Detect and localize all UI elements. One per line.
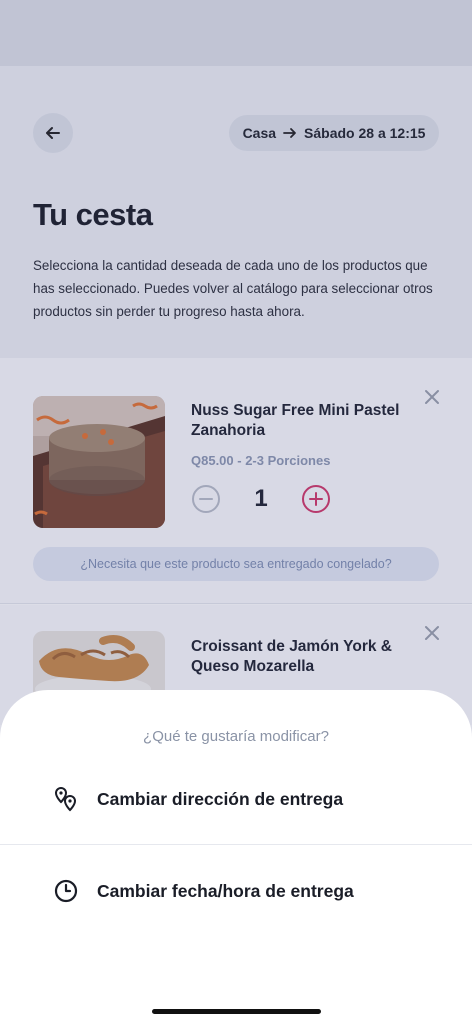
change-address-label: Cambiar dirección de entrega <box>97 788 344 809</box>
home-indicator[interactable] <box>152 1009 321 1014</box>
change-datetime-option[interactable]: Cambiar fecha/hora de entrega <box>0 870 472 912</box>
change-datetime-label: Cambiar fecha/hora de entrega <box>97 880 354 901</box>
change-address-option[interactable]: Cambiar dirección de entrega <box>0 778 472 820</box>
location-pins-icon <box>54 786 77 812</box>
sheet-divider <box>0 844 472 845</box>
sheet-title: ¿Qué te gustaría modificar? <box>143 728 329 745</box>
clock-icon <box>54 879 78 903</box>
